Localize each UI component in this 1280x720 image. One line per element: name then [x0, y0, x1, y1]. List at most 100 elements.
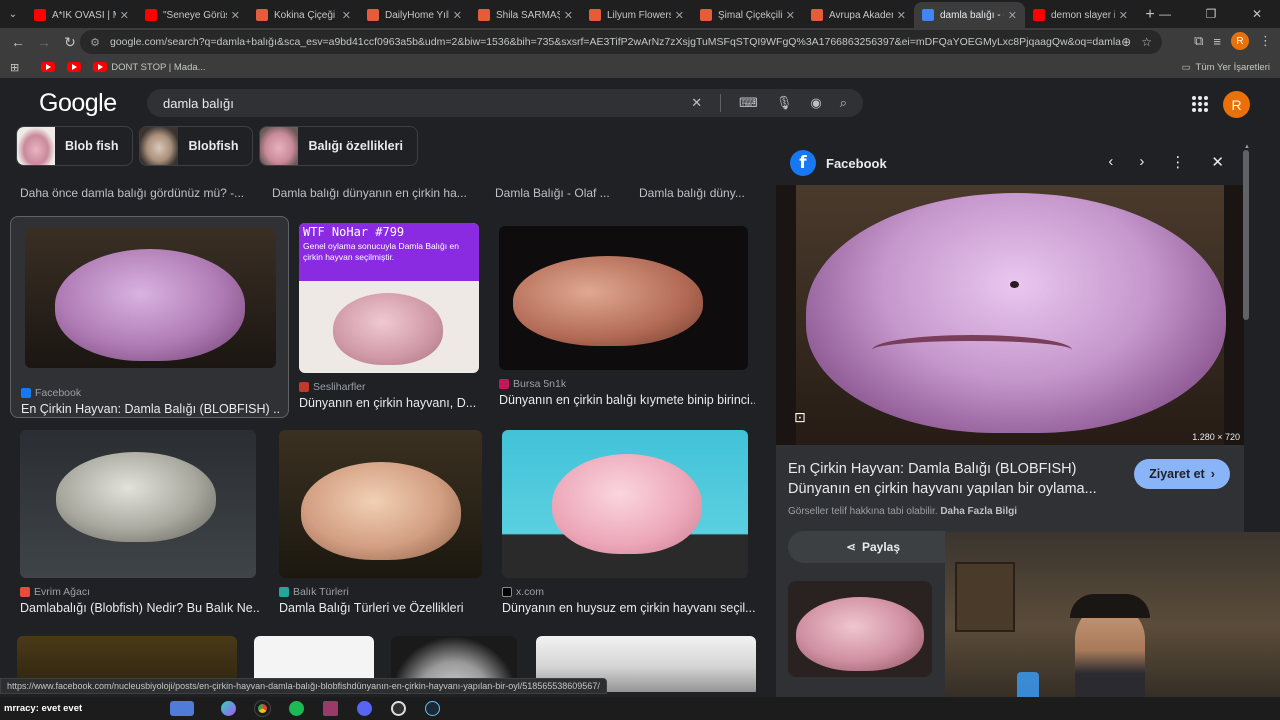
all-bookmarks-label: Tüm Yer İşaretleri	[1195, 61, 1270, 73]
result-caption[interactable]: Dünyanın en çirkin balığı kıymete binip …	[499, 393, 755, 407]
google-apps-icon[interactable]	[1192, 96, 1208, 112]
result-card-sesliharfler[interactable]: WTF NoHar #799 Genel oylama sonucuyla Da…	[299, 223, 481, 419]
result-caption[interactable]: En Çirkin Hayvan: Damla Balığı (BLOBFISH…	[21, 402, 281, 416]
browser-tab[interactable]: Şimal Çiçekçilik ✕	[692, 2, 803, 28]
tab-close-icon[interactable]: ✕	[342, 9, 351, 22]
tab-close-icon[interactable]: ✕	[786, 9, 795, 22]
steam-icon[interactable]	[420, 699, 444, 719]
result-source: Facebook	[21, 387, 281, 399]
tab-close-icon[interactable]: ✕	[564, 9, 573, 22]
result-caption[interactable]: Damla Balığı Türleri ve Özellikleri	[279, 601, 484, 615]
tab-close-icon[interactable]: ✕	[1119, 9, 1128, 22]
browser-tab[interactable]: Avrupa Akademi ✕	[803, 2, 914, 28]
result-card-bursa[interactable]: Bursa 5n1k Dünyanın en çirkin balığı kıy…	[499, 226, 755, 422]
lens-search-icon[interactable]: ⊡	[794, 409, 812, 427]
more-info-link[interactable]: Daha Fazla Bilgi	[940, 506, 1017, 517]
minimize-icon[interactable]: —	[1142, 0, 1188, 28]
obs-icon[interactable]	[386, 699, 410, 719]
spotify-icon[interactable]	[284, 699, 308, 719]
tab-close-icon[interactable]: ✕	[675, 9, 684, 22]
google-logo[interactable]: Google	[39, 89, 117, 118]
share-button[interactable]: ⋖ Paylaş	[788, 531, 958, 563]
result-caption[interactable]: Damla balığı düny...	[639, 186, 745, 200]
discord-icon[interactable]	[352, 699, 376, 719]
bursa-icon	[499, 379, 509, 389]
panel-source[interactable]: Facebook	[826, 156, 887, 171]
tab-favicon-icon	[700, 9, 712, 21]
search-input[interactable]: damla balığı ✕ ⌨ 🎙 ◉ ⌕	[147, 89, 863, 117]
result-caption[interactable]: Daha önce damla balığı gördünüz mü? -...	[20, 186, 244, 200]
chrome-icon[interactable]	[250, 699, 274, 719]
forward-icon[interactable]: →	[32, 30, 56, 54]
chip-blobfish[interactable]: Blobfish	[139, 126, 254, 166]
previous-icon[interactable]: ‹	[1108, 153, 1113, 171]
blobfish-shape	[552, 454, 702, 554]
bookmark-youtube-1[interactable]	[41, 62, 59, 72]
related-image[interactable]	[788, 581, 932, 677]
menu-kebab-icon[interactable]: ⋮	[1259, 33, 1272, 49]
browser-tab[interactable]: Kokina Çiçeği ✕	[248, 2, 359, 28]
tab-favicon-icon	[256, 9, 268, 21]
result-caption[interactable]: Damla Balığı - Olaf ...	[495, 186, 610, 200]
result-card-x[interactable]: x.com Dünyanın en huysuz em çirkin hayva…	[502, 430, 757, 620]
chip-baligi-ozellikleri[interactable]: Balığı özellikleri	[259, 126, 418, 166]
result-caption[interactable]: Damla balığı dünyanın en çirkin ha...	[272, 186, 467, 200]
all-bookmarks[interactable]: ▭ Tüm Yer İşaretleri	[1182, 62, 1270, 73]
app-icon[interactable]	[318, 699, 342, 719]
address-bar[interactable]: ⚙ google.com/search?q=damla+balığı&sca_e…	[80, 30, 1162, 54]
search-icon[interactable]: ⌕	[840, 95, 847, 111]
browser-tab[interactable]: DailyHome Yılbaş ✕	[359, 2, 470, 28]
taskbar-app-icon[interactable]	[170, 699, 194, 719]
result-card-balik-turleri[interactable]: Balık Türleri Damla Balığı Türleri ve Öz…	[279, 430, 484, 620]
tab-close-icon[interactable]: ✕	[453, 9, 462, 22]
zoom-icon[interactable]: ⊕	[1121, 35, 1131, 49]
bookmark-dont-stop[interactable]: DONT STOP | Mada...	[93, 62, 206, 73]
result-caption[interactable]: Dünyanın en çirkin hayvanı, D...	[299, 396, 481, 410]
restore-icon[interactable]: ❐	[1188, 0, 1234, 28]
microphone-icon[interactable]: 🎙	[776, 95, 793, 111]
visit-button[interactable]: Ziyaret et ›	[1134, 459, 1230, 489]
preview-image[interactable]: ⊡ 1.280 × 720	[776, 185, 1244, 445]
next-icon[interactable]: ›	[1139, 153, 1144, 171]
result-card-evrim[interactable]: Evrim Ağacı Damlabalığı (Blobfish) Nedir…	[20, 430, 260, 620]
tab-title: A*İK OVASI | Madd	[52, 9, 116, 21]
bookmark-star-icon[interactable]: ☆	[1141, 35, 1152, 49]
tab-close-icon[interactable]: ✕	[231, 9, 240, 22]
clear-icon[interactable]: ✕	[691, 95, 702, 111]
back-icon[interactable]: ←	[6, 30, 30, 54]
facebook-icon: f	[790, 150, 816, 176]
browser-tab[interactable]: demon slayer ibik ✕	[1025, 2, 1136, 28]
keyboard-icon[interactable]: ⌨	[739, 95, 758, 111]
tab-close-icon[interactable]: ✕	[120, 9, 129, 22]
tab-search-icon[interactable]: ⌄	[0, 0, 26, 28]
more-options-icon[interactable]: ⋮	[1170, 153, 1185, 171]
close-icon[interactable]: ✕	[1211, 153, 1224, 171]
close-window-icon[interactable]: ✕	[1234, 0, 1280, 28]
chip-blob-fish[interactable]: Blob fish	[16, 126, 134, 166]
result-image	[279, 430, 482, 578]
bookmark-youtube-2[interactable]	[67, 62, 85, 72]
result-card-facebook[interactable]: Facebook En Çirkin Hayvan: Damla Balığı …	[10, 216, 289, 418]
tab-close-icon[interactable]: ✕	[897, 9, 906, 22]
result-caption[interactable]: Dünyanın en huysuz em çirkin hayvanı seç…	[502, 601, 757, 615]
status-url: https://www.facebook.com/nucleusbiyoloji…	[0, 678, 607, 694]
media-icon[interactable]: ≡	[1213, 34, 1221, 49]
profile-avatar[interactable]: R	[1231, 32, 1249, 50]
browser-tab[interactable]: Lilyum Flowers Ay ✕	[581, 2, 692, 28]
apps-grid-icon[interactable]: ⊞	[10, 61, 19, 74]
lens-icon[interactable]: ◉	[810, 95, 821, 111]
browser-tab[interactable]: Shila SARMAŞIK ✕	[470, 2, 581, 28]
browser-tab[interactable]: damla balığı - Go ✕	[914, 2, 1025, 28]
panel-title[interactable]: En Çirkin Hayvan: Damla Balığı (BLOBFISH…	[788, 459, 1108, 499]
account-avatar[interactable]: R	[1223, 91, 1250, 118]
extensions-icon[interactable]: ⧉	[1194, 33, 1203, 49]
tab-close-icon[interactable]: ✕	[1008, 9, 1017, 22]
browser-tab[interactable]: A*İK OVASI | Madd ✕	[26, 2, 137, 28]
copilot-icon[interactable]	[216, 699, 240, 719]
browser-tab[interactable]: "Seneye Görüşüm ✕	[137, 2, 248, 28]
result-caption[interactable]: Damlabalığı (Blobfish) Nedir? Bu Balık N…	[20, 601, 260, 615]
result-image	[499, 226, 748, 370]
site-info-icon[interactable]: ⚙	[88, 35, 102, 49]
reload-icon[interactable]: ↻	[58, 30, 82, 54]
scrollbar-thumb[interactable]	[1243, 150, 1249, 320]
